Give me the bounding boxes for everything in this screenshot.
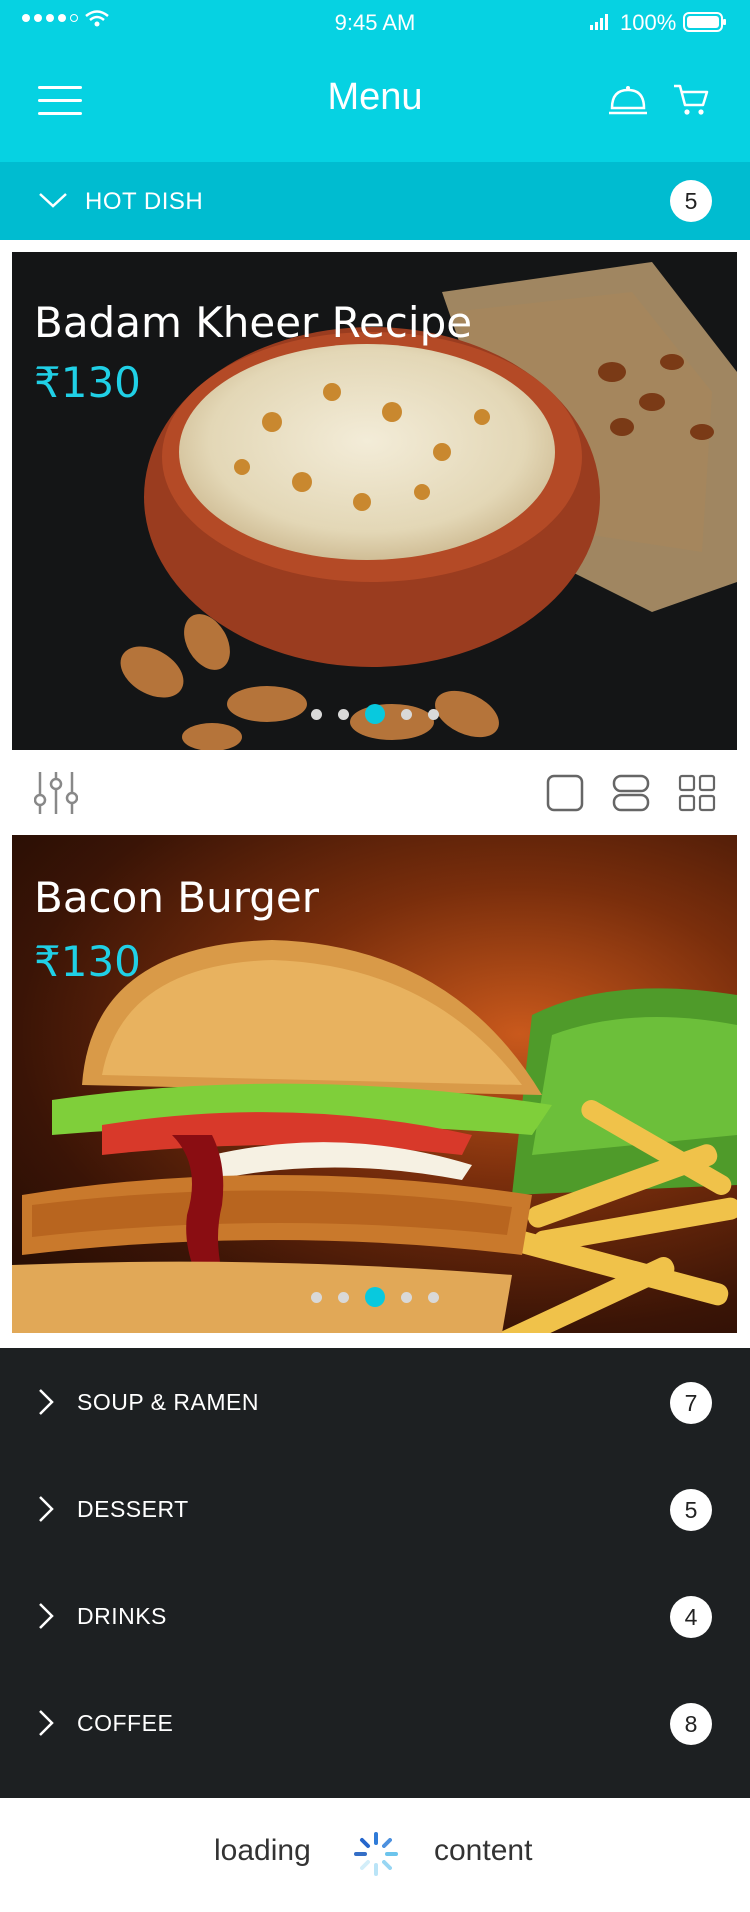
chevron-right-icon	[39, 1603, 54, 1629]
carousel-dots	[12, 704, 737, 724]
single-view-icon[interactable]	[546, 774, 584, 812]
battery-percent: 100%	[620, 10, 677, 35]
carousel-dot-active[interactable]	[364, 1287, 385, 1307]
spinner-icon	[354, 1832, 398, 1876]
cloche-icon[interactable]	[608, 84, 648, 118]
category-soup-ramen[interactable]: SOUP & RAMEN 7	[0, 1363, 750, 1443]
category-dessert[interactable]: DESSERT 5	[0, 1470, 750, 1550]
category-count-badge: 7	[670, 1382, 712, 1424]
category-label: DRINKS	[77, 1603, 167, 1629]
carousel-dot[interactable]	[337, 1291, 349, 1303]
category-label: SOUP & RAMEN	[77, 1389, 259, 1415]
filter-icon[interactable]	[34, 770, 78, 816]
chevron-right-icon	[39, 1496, 54, 1522]
category-label: DESSERT	[77, 1496, 189, 1522]
category-label: COFFEE	[77, 1710, 174, 1736]
carousel-dot-active[interactable]	[364, 704, 385, 724]
carousel-dot[interactable]	[427, 708, 439, 720]
carousel-dot[interactable]	[337, 708, 349, 720]
carousel-dot[interactable]	[310, 708, 322, 720]
category-list: SOUP & RAMEN 7 DESSERT 5 DRINKS 4 COFFEE…	[0, 1348, 750, 1798]
dish-card-bacon-burger[interactable]: Bacon Burger ₹130	[12, 835, 737, 1333]
carousel-dots	[12, 1287, 737, 1307]
dish-card-badam-kheer[interactable]: Badam Kheer Recipe ₹130	[12, 252, 737, 750]
loading-text: content	[434, 1834, 533, 1867]
dish-title: Badam Kheer Recipe	[34, 298, 473, 347]
chevron-down-icon	[39, 193, 67, 208]
category-count-badge: 8	[670, 1703, 712, 1745]
list-view-icon[interactable]	[612, 774, 650, 812]
category-coffee[interactable]: COFFEE 8	[0, 1684, 750, 1764]
dish-title: Bacon Burger	[34, 873, 320, 922]
status-bar: 9:45 AM 100%	[0, 0, 750, 44]
hot-dish-label: HOT DISH	[85, 188, 204, 215]
grid-view-icon[interactable]	[678, 774, 716, 812]
category-count-badge: 5	[670, 1489, 712, 1531]
chevron-right-icon	[39, 1389, 54, 1415]
cell-signal-icon	[590, 14, 608, 30]
carousel-dot[interactable]	[400, 708, 412, 720]
battery-icon	[683, 12, 726, 32]
app-header: Menu	[0, 44, 750, 162]
category-count-badge: 4	[670, 1596, 712, 1638]
carousel-dot[interactable]	[310, 1291, 322, 1303]
loading-text: loading	[214, 1834, 311, 1867]
chevron-right-icon	[39, 1710, 54, 1736]
carousel-dot[interactable]	[427, 1291, 439, 1303]
view-toolbar	[0, 752, 750, 835]
hot-dish-count-badge: 5	[670, 180, 712, 222]
cart-icon[interactable]	[672, 82, 710, 118]
loading-bar: loading content	[0, 1798, 750, 1912]
dish-price: ₹130	[34, 358, 141, 407]
carousel-dot[interactable]	[400, 1291, 412, 1303]
hot-dish-bar[interactable]: HOT DISH 5	[0, 162, 750, 240]
category-drinks[interactable]: DRINKS 4	[0, 1577, 750, 1657]
dish-price: ₹130	[34, 937, 141, 986]
